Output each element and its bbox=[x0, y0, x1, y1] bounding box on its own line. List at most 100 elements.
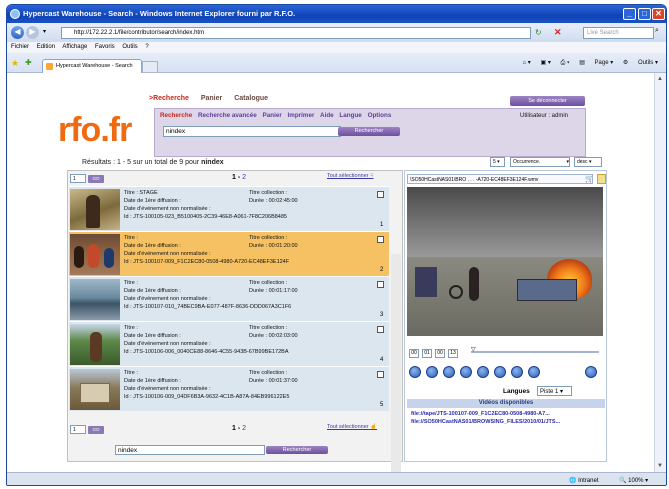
page-menu[interactable]: ▤ Page ▾ bbox=[579, 60, 613, 66]
bottom-search-input[interactable]: nindex bbox=[115, 445, 265, 455]
history-dropdown-icon[interactable]: ▾ bbox=[43, 28, 46, 35]
tab-hypercast[interactable]: Hypercast Warehouse - Search bbox=[42, 59, 142, 73]
video-file-link-1[interactable]: file://tape/JTS-100107-009_F1C2EC80-0508… bbox=[411, 411, 550, 417]
search-icon[interactable]: ⌕ bbox=[655, 27, 659, 35]
rewind-icon[interactable] bbox=[426, 366, 438, 378]
result-id: Id : JTS-100106-009_04DF6B3A-9632-4C1B-A… bbox=[124, 394, 290, 400]
nav2-langue[interactable]: Langue bbox=[339, 112, 361, 119]
play-icon[interactable] bbox=[443, 366, 455, 378]
refresh-icon[interactable]: ↻ bbox=[535, 28, 542, 37]
result-row-2[interactable]: Titre : Titre collection : Date de 1ère … bbox=[69, 231, 389, 276]
per-page-select[interactable]: 5 ▾ bbox=[490, 157, 505, 167]
nav2-aide[interactable]: Aide bbox=[320, 112, 334, 119]
url-input[interactable]: http://172.22.2.1/file/contributor/searc… bbox=[61, 27, 531, 39]
stop-icon[interactable]: ✕ bbox=[554, 27, 562, 38]
result-thumbnail[interactable] bbox=[70, 234, 120, 275]
menu-outils[interactable]: Outils bbox=[122, 44, 137, 50]
disconnect-button[interactable]: Se déconnecter bbox=[510, 96, 585, 106]
nav-panier[interactable]: Panier bbox=[201, 95, 222, 102]
seek-bar[interactable]: ▽ bbox=[471, 347, 599, 353]
result-id: Id : JTS-100107-010_74BEC9BA-E077-487F-8… bbox=[124, 304, 292, 310]
sort-select[interactable]: Occurrence. ▾ bbox=[510, 157, 570, 167]
step-forward-icon[interactable] bbox=[477, 366, 489, 378]
menu-edition[interactable]: Edition bbox=[37, 44, 55, 50]
nav2-panier[interactable]: Panier bbox=[263, 112, 282, 119]
go-button-bottom[interactable]: GO bbox=[88, 426, 104, 434]
bottom-search-button[interactable]: Rechercher bbox=[266, 446, 328, 454]
cart-icon[interactable]: 🛒 bbox=[585, 175, 594, 183]
result-checkbox[interactable] bbox=[377, 326, 384, 333]
menu-favoris[interactable]: Favoris bbox=[95, 44, 115, 50]
video-file-link-2[interactable]: file://SO50HCastNAS01/BROWSING_FILES/201… bbox=[411, 419, 560, 425]
mark-out-icon[interactable] bbox=[528, 366, 540, 378]
scroll-up-icon[interactable]: ▲ bbox=[657, 76, 663, 82]
zoom-control[interactable]: 🔍 100% ▾ bbox=[619, 477, 648, 484]
stop-icon[interactable] bbox=[460, 366, 472, 378]
result-thumbnail[interactable] bbox=[70, 279, 120, 320]
time-frames[interactable]: 13 bbox=[448, 349, 458, 358]
select-all-link-bottom[interactable]: Tout sélectionner ☝ bbox=[327, 424, 377, 430]
order-select[interactable]: desc ▾ bbox=[574, 157, 602, 167]
result-row-4[interactable]: Titre : Titre collection : Date de 1ère … bbox=[69, 321, 389, 366]
close-icon[interactable]: ✕ bbox=[652, 8, 665, 20]
time-seconds[interactable]: 00 bbox=[435, 349, 445, 358]
select-all-link[interactable]: Tout sélectionner ☟ bbox=[327, 173, 373, 179]
search-input[interactable]: nindex bbox=[163, 126, 341, 137]
result-row-5[interactable]: Titre : Titre collection : Date de 1ère … bbox=[69, 366, 389, 411]
nav-catalogue[interactable]: Catalogue bbox=[234, 95, 268, 102]
seek-handle-icon[interactable]: ▽ bbox=[471, 346, 476, 353]
home-icon[interactable]: ⌂ ▾ bbox=[523, 60, 531, 66]
scroll-down-icon[interactable]: ▼ bbox=[657, 463, 663, 469]
result-checkbox[interactable] bbox=[377, 281, 384, 288]
result-thumbnail[interactable] bbox=[70, 369, 120, 410]
mark-in-icon[interactable] bbox=[511, 366, 523, 378]
menu-help[interactable]: ? bbox=[145, 44, 148, 50]
fast-forward-icon[interactable] bbox=[494, 366, 506, 378]
result-checkbox[interactable] bbox=[377, 371, 384, 378]
page-input-bottom[interactable]: 1 bbox=[70, 425, 86, 434]
fullscreen-icon[interactable] bbox=[585, 366, 597, 378]
result-thumbnail[interactable] bbox=[70, 189, 120, 230]
new-tab-button[interactable] bbox=[142, 61, 158, 72]
result-checkbox[interactable] bbox=[377, 191, 384, 198]
page-input[interactable]: 1 bbox=[70, 174, 86, 183]
add-favorites-icon[interactable]: ✚ bbox=[25, 58, 32, 67]
rewind-fast-icon[interactable] bbox=[409, 366, 421, 378]
address-bar: ◀ ▶ ▾ http://172.22.2.1/file/contributor… bbox=[7, 23, 666, 42]
search-button[interactable]: Rechercher bbox=[338, 127, 400, 136]
video-frame[interactable] bbox=[407, 187, 603, 336]
minimize-icon[interactable]: _ bbox=[623, 8, 636, 20]
nav-recherche[interactable]: >Recherche bbox=[149, 95, 189, 102]
results-scrollbar[interactable] bbox=[391, 254, 401, 485]
live-search-input[interactable]: Live Search bbox=[583, 27, 654, 39]
feeds-icon[interactable]: ▣ ▾ bbox=[541, 60, 551, 66]
result-row-3[interactable]: Titre : Titre collection : Date de 1ère … bbox=[69, 276, 389, 321]
nav2-imprimer[interactable]: Imprimer bbox=[288, 112, 315, 119]
go-button[interactable]: GO bbox=[88, 175, 104, 183]
result-thumbnail[interactable] bbox=[70, 324, 120, 365]
time-minutes[interactable]: 01 bbox=[422, 349, 432, 358]
select-all-icon: ☝ bbox=[370, 424, 377, 430]
nav2-recherche[interactable]: Recherche bbox=[160, 112, 192, 119]
note-icon[interactable] bbox=[597, 174, 606, 184]
page-next-link[interactable]: 2 bbox=[242, 174, 246, 181]
favorites-star-icon[interactable]: ★ bbox=[11, 58, 19, 69]
menu-affichage[interactable]: Affichage bbox=[62, 44, 87, 50]
rfo-logo[interactable]: rfo.fr bbox=[58, 113, 143, 149]
piste-select[interactable]: Piste 1 ▾ bbox=[537, 386, 572, 396]
result-row-1[interactable]: Titre : STAGE Titre collection : Date de… bbox=[69, 186, 389, 231]
print-icon[interactable]: ⎙ ▾ bbox=[561, 60, 570, 66]
time-hours[interactable]: 00 bbox=[409, 349, 419, 358]
nav2-recherche-avancee[interactable]: Recherche avancée bbox=[198, 112, 257, 119]
page-scrollbar[interactable]: ▲ ▼ bbox=[654, 73, 666, 472]
tools-menu[interactable]: ⚙ Outils ▾ bbox=[623, 60, 658, 66]
result-checkbox[interactable] bbox=[377, 236, 384, 243]
zoom-value: 100% bbox=[628, 478, 644, 484]
page-next-link[interactable]: 2 bbox=[242, 425, 246, 432]
forward-icon[interactable]: ▶ bbox=[26, 26, 39, 39]
menu-fichier[interactable]: Fichier bbox=[11, 44, 29, 50]
nav2-options[interactable]: Options bbox=[368, 112, 392, 119]
maximize-icon[interactable]: □ bbox=[638, 8, 651, 20]
result-index: 3 bbox=[380, 312, 384, 318]
back-icon[interactable]: ◀ bbox=[11, 26, 24, 39]
